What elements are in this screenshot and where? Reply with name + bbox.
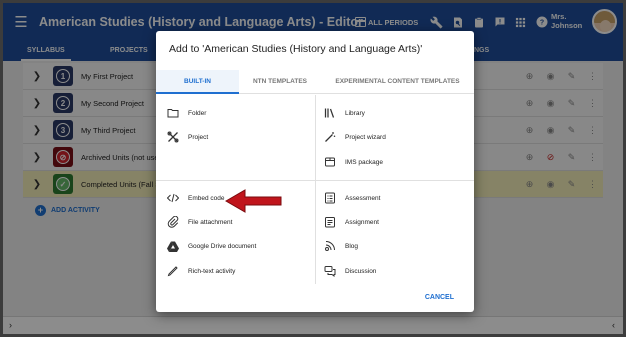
add-dialog: Add to 'American Studies (History and La… (156, 31, 474, 312)
option-library[interactable]: Library (324, 107, 365, 119)
folder-icon (167, 107, 179, 119)
dialog-title: Add to 'American Studies (History and La… (169, 43, 423, 55)
option-folder[interactable]: Folder (167, 107, 206, 119)
code-icon (167, 192, 179, 204)
divider (156, 180, 474, 181)
assessment-icon (324, 192, 336, 204)
annotation-arrow-icon (225, 189, 282, 213)
blog-icon (324, 240, 336, 252)
option-ims-package[interactable]: IMS package (324, 156, 383, 168)
option-project[interactable]: Project (167, 131, 208, 143)
option-discussion[interactable]: Discussion (324, 265, 376, 277)
option-file-attachment[interactable]: File attachment (167, 216, 232, 228)
option-rich-text[interactable]: Rich-text activity (167, 265, 235, 277)
tab-built-in[interactable]: BUILT-IN (156, 70, 239, 94)
discussion-icon (324, 265, 336, 277)
cancel-button[interactable]: CANCEL (425, 294, 454, 301)
option-google-drive[interactable]: Google Drive document (167, 240, 256, 252)
tab-ntn-templates[interactable]: NTN TEMPLATES (239, 70, 321, 94)
wand-icon (324, 131, 336, 143)
dialog-tabs: BUILT-IN NTN TEMPLATES EXPERIMENTAL CONT… (156, 70, 474, 94)
google-drive-icon (167, 240, 179, 252)
project-icon (167, 131, 179, 143)
paperclip-icon (167, 216, 179, 228)
option-blog[interactable]: Blog (324, 240, 358, 252)
tab-experimental-templates[interactable]: EXPERIMENTAL CONTENT TEMPLATES (321, 70, 474, 94)
option-assignment[interactable]: Assignment (324, 216, 379, 228)
library-icon (324, 107, 336, 119)
pencil-icon (167, 265, 179, 277)
option-embed-code[interactable]: Embed code (167, 192, 225, 204)
app-window: ☰ American Studies (History and Language… (0, 0, 626, 337)
assignment-icon (324, 216, 336, 228)
package-icon (324, 156, 336, 168)
option-assessment[interactable]: Assessment (324, 192, 380, 204)
option-project-wizard[interactable]: Project wizard (324, 131, 386, 143)
divider (315, 95, 316, 284)
